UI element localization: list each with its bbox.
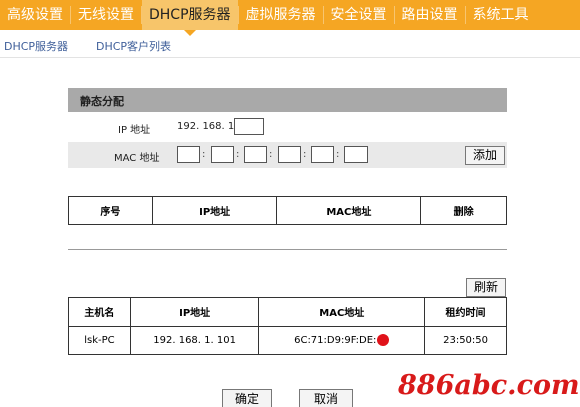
cell-ip: 192. 168. 1. 101 (129, 325, 260, 355)
redaction-dot (377, 334, 390, 347)
mac-colon: : (303, 149, 307, 160)
subnav-item-dhcp-client-list[interactable]: DHCP客户列表 (96, 38, 171, 54)
col-header-hostname: 主机名 (68, 297, 131, 327)
ip-prefix: 192. 168. 1. (177, 121, 238, 132)
client-list-table: 主机名 IP地址 MAC地址 租约时间 lsk-PC 192. 168. 1. … (68, 297, 507, 355)
ip-row: IP 地址 192. 168. 1. (68, 114, 507, 140)
section-divider (68, 249, 507, 250)
subnav-item-dhcp-server[interactable]: DHCP服务器 (4, 38, 68, 54)
nav-item-routing[interactable]: 路由设置 (395, 0, 465, 30)
static-assignment-table: 序号 IP地址 MAC地址 删除 (68, 196, 507, 225)
table-row: lsk-PC 192. 168. 1. 101 6C:71:D9:9F:DE: … (68, 325, 507, 355)
static-assignment-title: 静态分配 (80, 95, 124, 108)
nav-item-virtual-server[interactable]: 虚拟服务器 (239, 0, 323, 30)
cell-lease-time: 23:50:50 (424, 325, 507, 355)
top-nav: 高级设置 无线设置 DHCP服务器 虚拟服务器 安全设置 路由设置 系统工具 (0, 0, 580, 30)
nav-item-security[interactable]: 安全设置 (324, 0, 394, 30)
col-header-ip: IP地址 (151, 196, 278, 225)
table-header-row: 主机名 IP地址 MAC地址 租约时间 (68, 297, 507, 327)
col-header-delete: 删除 (420, 196, 507, 225)
nav-item-dhcp[interactable]: DHCP服务器 (142, 0, 238, 30)
mac-octet-4-input[interactable] (278, 146, 301, 163)
col-header-mac: MAC地址 (276, 196, 422, 225)
active-caret-icon (184, 30, 196, 36)
cancel-button[interactable]: 取消 (299, 389, 353, 407)
mac-colon: : (336, 149, 340, 160)
refresh-button[interactable]: 刷新 (466, 278, 506, 297)
mac-colon: : (236, 149, 240, 160)
mac-octet-3-input[interactable] (244, 146, 267, 163)
mac-octet-2-input[interactable] (211, 146, 234, 163)
table-header-row: 序号 IP地址 MAC地址 删除 (68, 196, 507, 225)
nav-item-advanced[interactable]: 高级设置 (0, 0, 70, 30)
add-button[interactable]: 添加 (465, 146, 505, 165)
cell-mac-text: 6C:71:D9:9F:DE: (294, 335, 377, 347)
sub-nav: DHCP服务器 DHCP客户列表 (0, 30, 580, 58)
nav-item-wireless[interactable]: 无线设置 (71, 0, 141, 30)
mac-octet-5-input[interactable] (311, 146, 334, 163)
ip-label: IP 地址 (118, 125, 151, 136)
mac-octet-6-input[interactable] (344, 146, 368, 163)
ok-button[interactable]: 确定 (222, 389, 272, 407)
col-header-lease-time: 租约时间 (424, 297, 507, 327)
cell-hostname: lsk-PC (68, 325, 131, 355)
mac-colon: : (202, 149, 206, 160)
nav-item-system-tools[interactable]: 系统工具 (466, 0, 536, 30)
mac-octet-1-input[interactable] (177, 146, 200, 163)
mac-row: MAC 地址 : : : : : 添加 (68, 142, 507, 168)
col-header-index: 序号 (68, 196, 153, 225)
watermark-logo: 886abc.com (398, 370, 580, 401)
static-assignment-header: 静态分配 (68, 88, 507, 112)
col-header-mac: MAC地址 (258, 297, 426, 327)
col-header-ip: IP地址 (129, 297, 260, 327)
mac-colon: : (269, 149, 273, 160)
mac-label: MAC 地址 (114, 153, 160, 164)
cell-mac: 6C:71:D9:9F:DE: (258, 325, 426, 355)
ip-last-octet-input[interactable] (234, 118, 264, 135)
